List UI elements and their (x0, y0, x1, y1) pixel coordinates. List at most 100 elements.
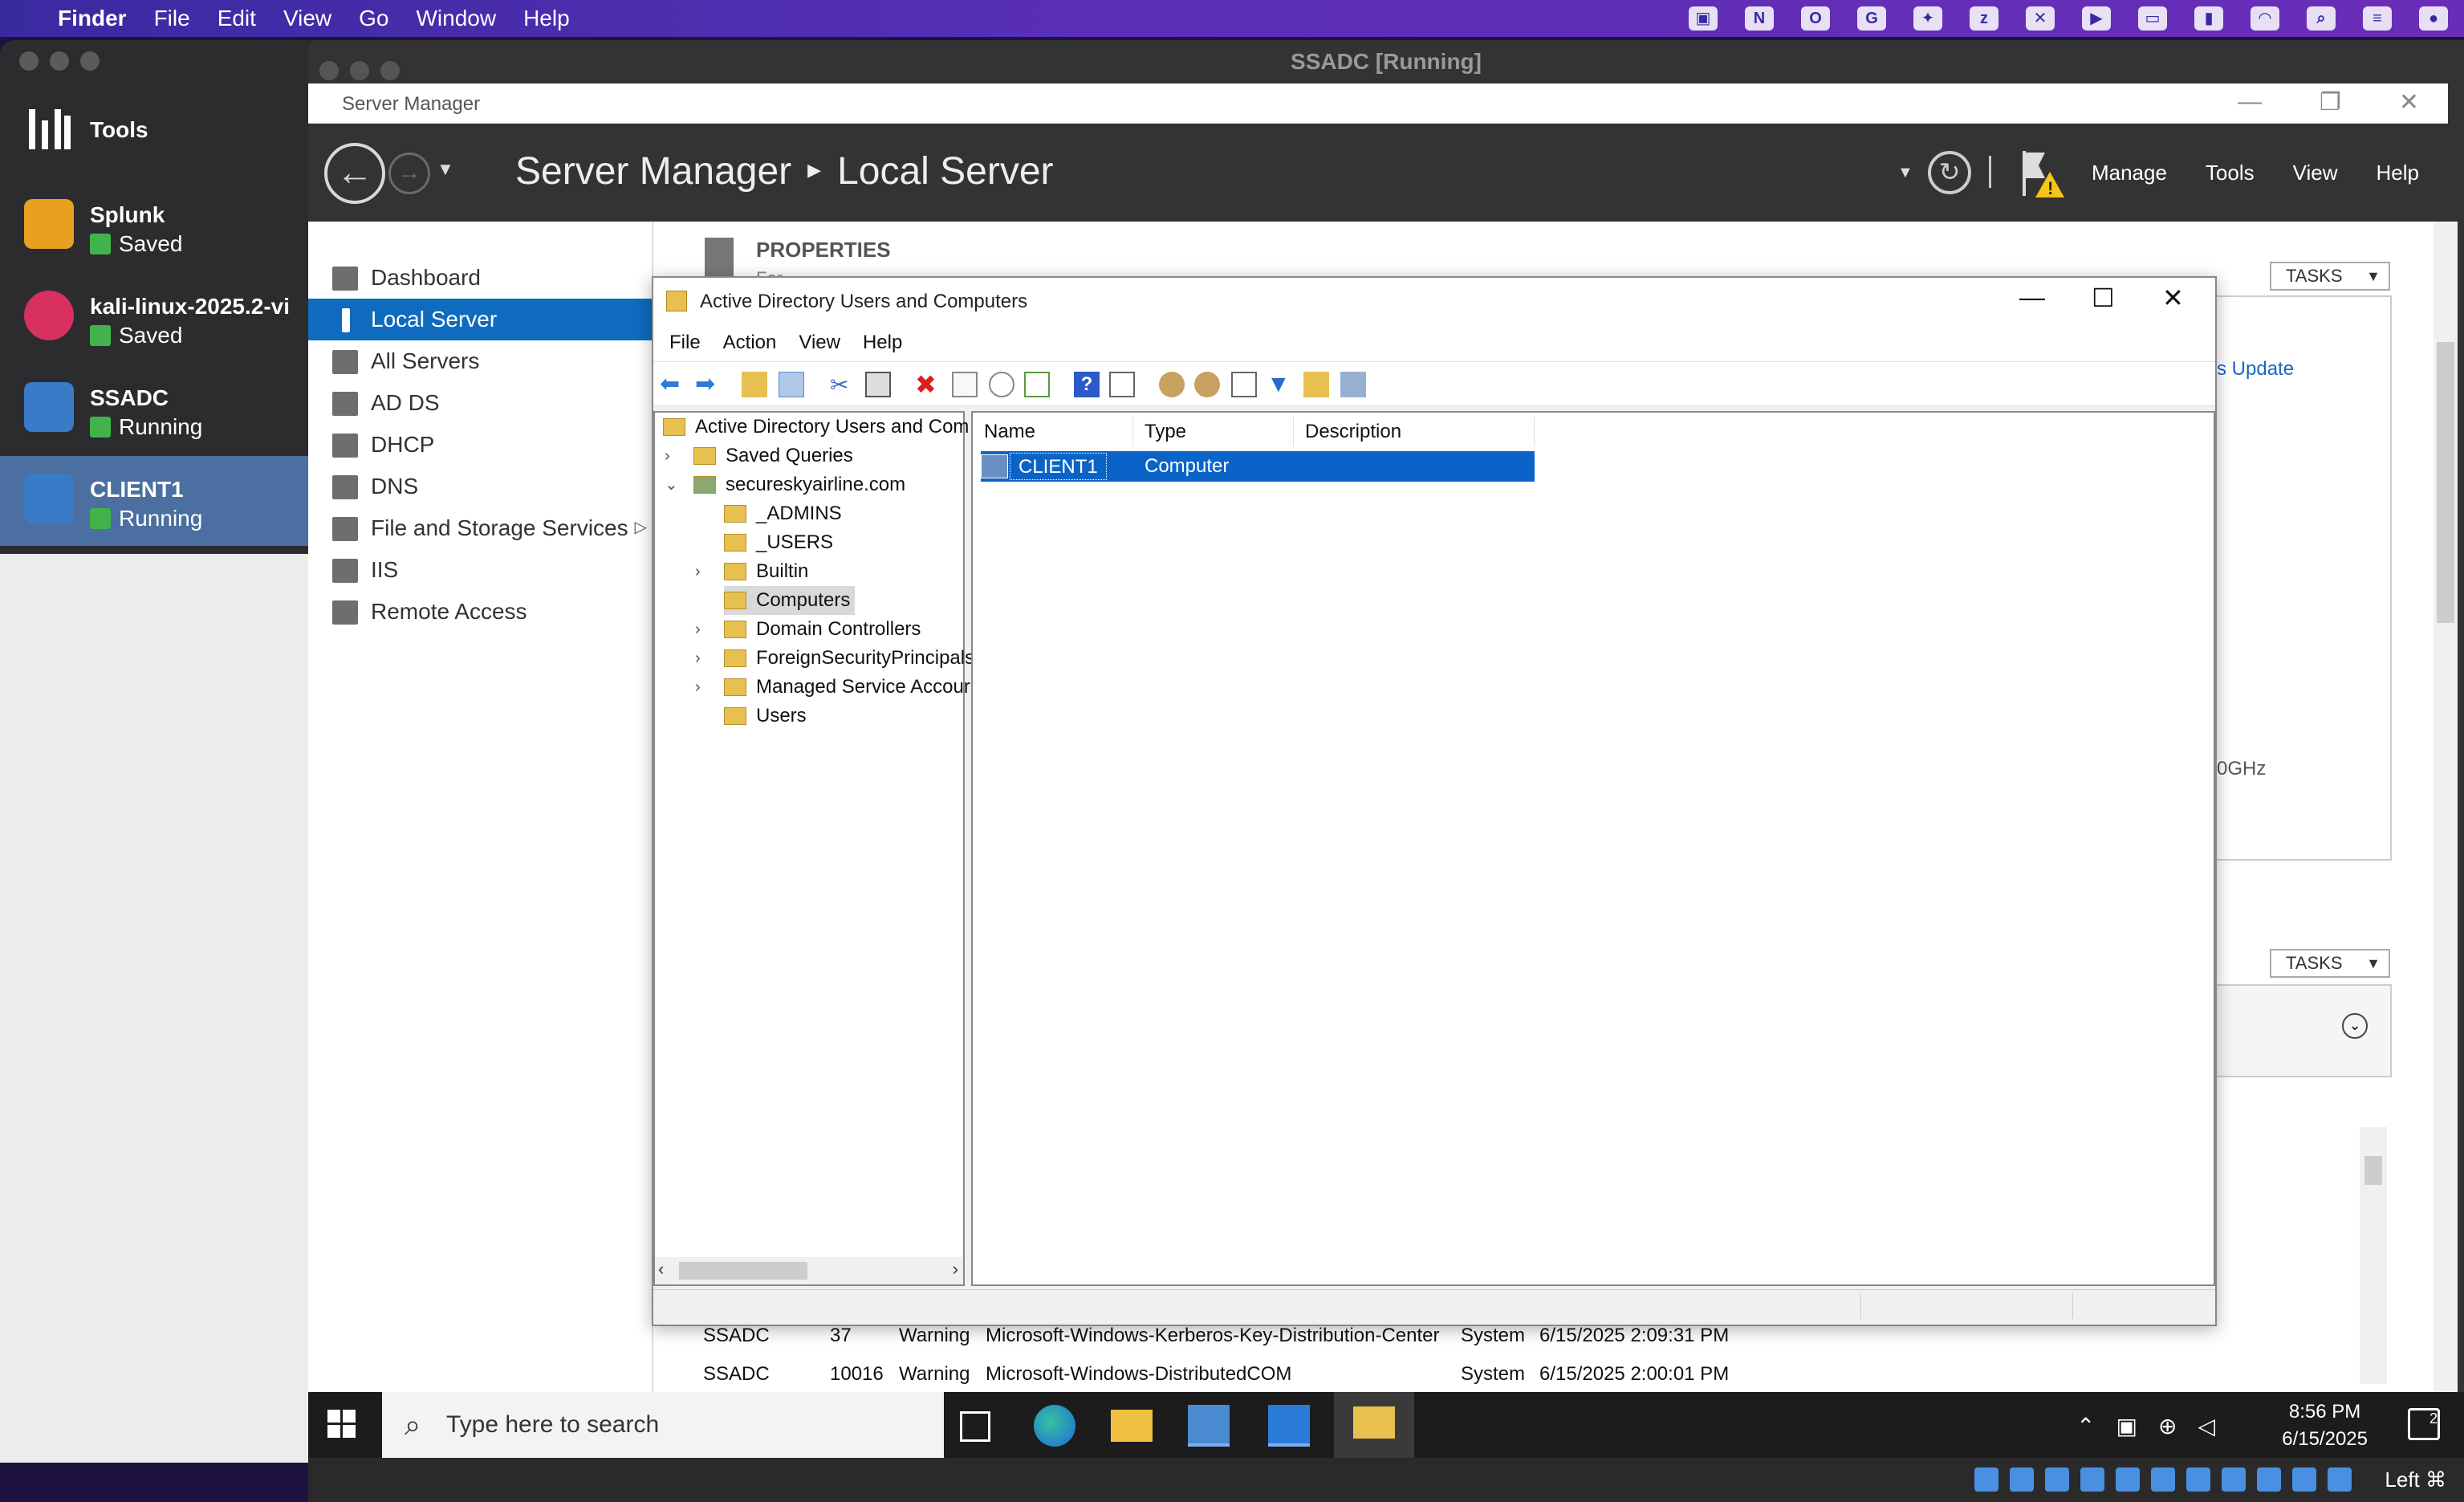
nav-iis[interactable]: IIS (308, 549, 653, 591)
cut-icon[interactable]: ✂ (830, 372, 856, 397)
notion-icon[interactable]: N (1745, 6, 1774, 31)
taskbar-clock[interactable]: 8:56 PM 6/15/2025 (2282, 1398, 2368, 1453)
column-type[interactable]: Type (1133, 417, 1294, 446)
scroll-left-icon[interactable]: ‹ (658, 1259, 664, 1280)
zoom-dot[interactable] (80, 51, 100, 71)
restore-icon[interactable]: ❐ (2320, 88, 2341, 116)
scroll-right-icon[interactable]: › (953, 1259, 958, 1280)
nav-remote-access[interactable]: Remote Access (308, 591, 653, 633)
new-group-icon[interactable] (1194, 372, 1220, 397)
aduc-menu-action[interactable]: Action (723, 332, 777, 354)
back-icon[interactable]: ⬅ (660, 372, 685, 397)
new-user-icon[interactable] (1159, 372, 1185, 397)
powershell-icon[interactable] (1268, 1405, 1310, 1447)
tree-foreign-security-principals[interactable]: › ForeignSecurityPrincipals (695, 644, 974, 673)
menu-file[interactable]: File (154, 6, 190, 31)
usb-icon[interactable] (2116, 1467, 2140, 1492)
menu-edit[interactable]: Edit (218, 6, 256, 31)
grammarly-icon[interactable]: G (1857, 6, 1886, 31)
new-ou-icon[interactable] (1231, 372, 1257, 397)
task-view-icon[interactable] (960, 1411, 990, 1442)
nav-all-servers[interactable]: All Servers (308, 340, 653, 382)
minimize-icon[interactable]: — (2238, 88, 2262, 116)
expand-arrow-icon[interactable]: ▷ (635, 517, 647, 537)
tray-overflow-icon[interactable]: ⌃ (2076, 1413, 2095, 1439)
sparkle-icon[interactable]: ✦ (1913, 6, 1942, 31)
expand-chevron-icon[interactable]: › (695, 673, 701, 702)
nav-dashboard[interactable]: Dashboard (308, 257, 653, 299)
refresh-icon[interactable] (989, 372, 1014, 397)
car-icon[interactable]: ▭ (2138, 6, 2167, 31)
nav-file-storage[interactable]: File and Storage Services ▷ (308, 507, 653, 549)
minimize-icon[interactable]: — (2019, 283, 2045, 312)
refresh-icon[interactable]: ↻ (1928, 151, 1971, 194)
nav-dhcp[interactable]: DHCP (308, 424, 653, 466)
tree-saved-queries[interactable]: › Saved Queries (665, 442, 853, 470)
vbox-tools-item[interactable]: Tools (0, 87, 315, 177)
network-icon[interactable]: ▣ (2116, 1413, 2137, 1439)
menu-help[interactable]: Help (523, 6, 570, 31)
optical-icon[interactable] (2010, 1467, 2034, 1492)
forward-arrow-icon[interactable]: → (388, 153, 430, 194)
tasks-dropdown-events[interactable]: TASKS (2270, 949, 2390, 978)
tree-builtin[interactable]: › Builtin (695, 557, 808, 586)
menu-manage[interactable]: Manage (2092, 161, 2167, 185)
minimize-dot[interactable] (350, 61, 369, 80)
scrollbar-thumb[interactable] (2364, 1156, 2382, 1185)
tree-users[interactable]: Users (724, 702, 807, 731)
expand-chevron-icon[interactable]: ⌄ (2342, 1013, 2368, 1039)
tree-domain[interactable]: ⌄ secureskyairline.com (665, 470, 905, 499)
show-tree-icon[interactable] (779, 372, 804, 397)
notifications-flag-icon[interactable]: ! (2018, 148, 2066, 199)
globe-icon[interactable]: ⊕ (2158, 1413, 2177, 1439)
nav-dns[interactable]: DNS (308, 466, 653, 507)
recording-icon[interactable] (2222, 1467, 2246, 1492)
vm-item-ssadc[interactable]: SSADC Running (0, 364, 315, 454)
breadcrumb-root[interactable]: Server Manager (515, 150, 791, 193)
expand-chevron-icon[interactable]: › (695, 615, 701, 644)
close-icon[interactable]: ✕ (2162, 283, 2184, 313)
close-dot[interactable] (19, 51, 39, 71)
collapse-chevron-icon[interactable]: ⌄ (665, 470, 678, 499)
up-folder-icon[interactable] (742, 372, 767, 397)
x-icon[interactable]: ✕ (2026, 6, 2055, 31)
events-vertical-scrollbar[interactable] (2360, 1127, 2387, 1384)
tree-computers[interactable]: Computers (724, 586, 856, 615)
menu-help[interactable]: Help (2377, 161, 2419, 185)
cpu-icon[interactable] (2257, 1467, 2281, 1492)
network-icon[interactable] (2080, 1467, 2104, 1492)
expand-chevron-icon[interactable]: › (695, 557, 701, 586)
hdd-icon[interactable] (1974, 1467, 1998, 1492)
menu-tools[interactable]: Tools (2206, 161, 2255, 185)
file-explorer-icon[interactable] (1111, 1410, 1153, 1442)
scrollbar-thumb[interactable] (679, 1262, 807, 1280)
find-icon[interactable] (1303, 372, 1329, 397)
tree-horizontal-scrollbar[interactable]: ‹ › (655, 1257, 963, 1284)
vm-item-client1[interactable]: CLIENT1 Running (0, 456, 315, 546)
close-dot[interactable] (319, 61, 339, 80)
nav-local-server[interactable]: Local Server (308, 299, 653, 340)
audio-icon[interactable] (2045, 1467, 2069, 1492)
siri-icon[interactable]: ● (2419, 6, 2448, 31)
search-icon[interactable]: ⌕ (2307, 6, 2336, 31)
vm-item-splunk[interactable]: Splunk Saved (0, 181, 315, 271)
list-row-client1[interactable]: CLIENT1 Computer (981, 451, 1535, 482)
tree-domain-controllers[interactable]: › Domain Controllers (695, 615, 921, 644)
delete-icon[interactable]: ✖ (915, 372, 941, 397)
tree-managed-service-accounts[interactable]: › Managed Service Accour (695, 673, 970, 702)
nav-ad-ds[interactable]: AD DS (308, 382, 653, 424)
paste-icon[interactable] (865, 372, 891, 397)
aduc-menu-file[interactable]: File (669, 332, 701, 354)
expand-chevron-icon[interactable]: › (665, 442, 670, 470)
display-icon[interactable] (2186, 1467, 2210, 1492)
help-icon[interactable]: ? (1074, 372, 1100, 397)
tree-root[interactable]: Active Directory Users and Com (663, 413, 969, 442)
control-center-icon[interactable]: ≡ (2363, 6, 2392, 31)
taskbar-search[interactable]: ⌕ Type here to search (382, 1392, 944, 1458)
vm-item-kali[interactable]: kali-linux-2025.2-vi Saved (0, 273, 315, 363)
shared-folder-icon[interactable] (2151, 1467, 2175, 1492)
aduc-menu-help[interactable]: Help (863, 332, 902, 354)
windows-start-icon[interactable] (327, 1410, 356, 1439)
wifi-icon[interactable]: ◠ (2251, 6, 2279, 31)
tree-ou-users[interactable]: _USERS (724, 528, 833, 557)
